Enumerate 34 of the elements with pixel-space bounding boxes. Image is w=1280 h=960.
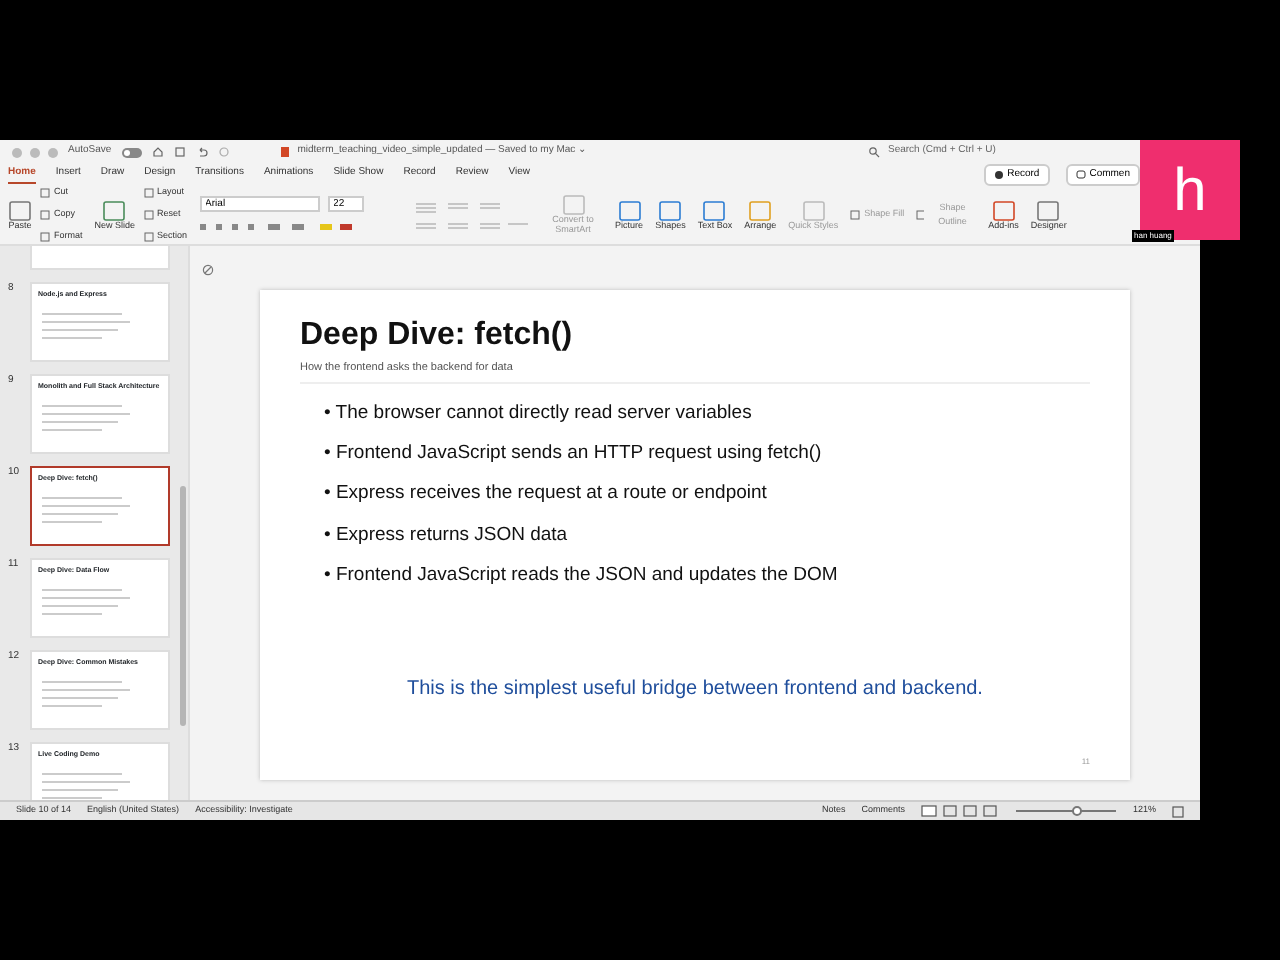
autosave-toggle[interactable]	[121, 147, 142, 157]
tool-icon	[617, 199, 642, 222]
tool-icon	[8, 199, 32, 222]
tool-icon	[658, 199, 683, 222]
bullet-point: • Express returns JSON data	[324, 521, 570, 550]
accessibility-icon[interactable]	[202, 264, 214, 276]
scrollbar[interactable]	[180, 486, 186, 726]
tool-icon	[748, 199, 773, 222]
record-icon	[993, 170, 1004, 180]
home-icon[interactable]	[151, 146, 164, 158]
bullet-point: • Frontend JavaScript sends an HTTP request using fetch()	[324, 440, 824, 469]
tool-icon	[561, 194, 586, 217]
tool-icon	[40, 210, 50, 220]
tool-icon	[991, 199, 1016, 222]
tool-icon	[801, 199, 826, 222]
view-mode-icons[interactable]	[920, 804, 1001, 818]
undo-icon[interactable]	[195, 146, 208, 158]
document-icon	[279, 146, 290, 158]
search-icon	[868, 146, 880, 158]
tool-icon	[702, 199, 727, 222]
slide-note: This is the simplest useful bridge between frontend and backend.	[405, 676, 985, 705]
bullet-point: • The browser cannot directly read server variables	[324, 399, 754, 428]
tool-icon	[102, 199, 127, 222]
comment-icon	[1075, 170, 1086, 180]
fit-slide-icon[interactable]	[1172, 805, 1184, 817]
tool-icon	[850, 210, 861, 220]
zoom-slider-thumb[interactable]	[1071, 806, 1082, 816]
save-icon[interactable]	[173, 146, 186, 158]
slide-title: Deep Dive: fetch()	[300, 318, 575, 354]
tool-icon	[1036, 199, 1061, 222]
bullet-point: • Frontend JavaScript reads the JSON and updates the DOM	[324, 561, 840, 590]
tool-icon	[916, 210, 925, 220]
bullet-point: • Express receives the request at a route or endpoint	[324, 480, 769, 509]
redo-icon[interactable]	[217, 146, 230, 158]
